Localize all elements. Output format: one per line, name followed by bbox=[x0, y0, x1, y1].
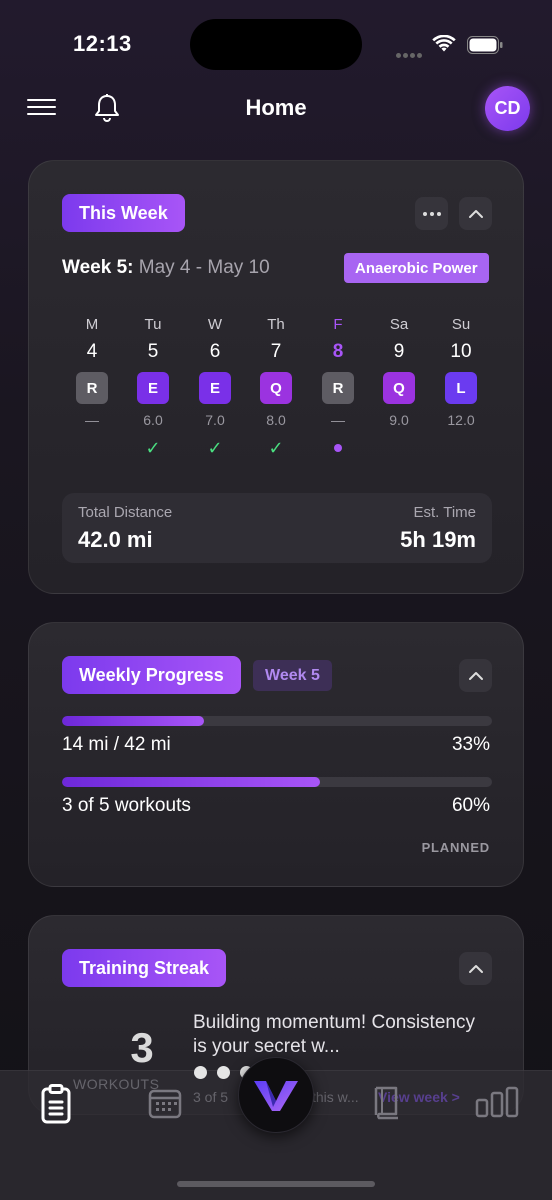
bar-chart-icon[interactable] bbox=[475, 1086, 519, 1118]
day-column[interactable]: W 6 E 7.0 ✓ bbox=[193, 316, 237, 458]
day-column[interactable]: Sa 9 Q 9.0 bbox=[377, 316, 421, 458]
distance-progress-percent: 33% bbox=[451, 734, 490, 755]
home-indicator bbox=[177, 1181, 375, 1187]
day-column[interactable]: Tu 5 E 6.0 ✓ bbox=[131, 316, 175, 458]
total-distance-label: Total Distance bbox=[78, 504, 173, 521]
day-name: Su bbox=[451, 316, 471, 333]
week-label: Week 5: bbox=[62, 257, 134, 278]
chevron-up-icon bbox=[468, 209, 483, 218]
day-distance: — bbox=[85, 412, 99, 428]
collapse-progress-button[interactable] bbox=[459, 659, 492, 692]
clipboard-icon[interactable] bbox=[40, 1084, 72, 1124]
day-status: ✓ bbox=[131, 438, 175, 458]
workout-type-badge: Q bbox=[383, 372, 415, 404]
status-time: 12:13 bbox=[73, 31, 132, 56]
top-navigation: Home CD bbox=[0, 85, 552, 131]
day-date: 6 bbox=[209, 341, 221, 362]
checkmark-icon: ✓ bbox=[207, 438, 223, 458]
workout-type-badge: L bbox=[445, 372, 477, 404]
avatar[interactable]: CD bbox=[485, 86, 530, 131]
cellular-signal-icon bbox=[396, 45, 424, 63]
this-week-card: This Week Week 5: May 4 - May 10 Anaerob… bbox=[28, 160, 524, 594]
calendar-icon[interactable] bbox=[148, 1087, 182, 1119]
workouts-progress-text: 3 of 5 workouts bbox=[62, 795, 191, 816]
day-distance: — bbox=[331, 412, 345, 428]
logo-v-icon bbox=[254, 1081, 298, 1111]
workouts-progress-fill bbox=[62, 777, 320, 787]
more-dots-icon bbox=[422, 211, 441, 216]
planned-label: PLANNED bbox=[421, 840, 490, 855]
day-distance: 6.0 bbox=[143, 412, 163, 428]
center-action-button[interactable] bbox=[238, 1057, 314, 1133]
collapse-streak-button[interactable] bbox=[459, 952, 492, 985]
day-name: Th bbox=[267, 316, 285, 333]
week-summary: Total Distance 42.0 mi Est. Time 5h 19m bbox=[62, 493, 492, 563]
this-week-pill: This Week bbox=[62, 194, 185, 232]
more-options-button[interactable] bbox=[415, 197, 448, 230]
week-heading: Week 5: May 4 - May 10 bbox=[62, 257, 270, 279]
training-streak-pill: Training Streak bbox=[62, 949, 227, 987]
weekly-progress-card: Weekly Progress Week 5 14 mi / 42 mi 33%… bbox=[28, 622, 524, 887]
distance-progress-bar bbox=[62, 716, 492, 726]
day-status bbox=[377, 438, 421, 458]
day-column[interactable]: Th 7 Q 8.0 ✓ bbox=[254, 316, 298, 458]
distance-progress-text: 14 mi / 42 mi bbox=[62, 734, 171, 755]
day-date: 10 bbox=[450, 341, 472, 362]
checkmark-icon: ✓ bbox=[268, 438, 284, 458]
day-date: 5 bbox=[147, 341, 159, 362]
total-distance-value: 42.0 mi bbox=[78, 527, 153, 552]
workouts-progress-percent: 60% bbox=[451, 795, 490, 816]
streak-partial-left: 3 of 5 bbox=[193, 1089, 229, 1105]
chevron-up-icon bbox=[468, 671, 483, 680]
day-name: W bbox=[207, 316, 223, 333]
week-chip: Week 5 bbox=[253, 660, 332, 691]
day-date: 4 bbox=[86, 341, 98, 362]
chevron-up-icon bbox=[468, 964, 483, 973]
distance-progress-fill bbox=[62, 716, 204, 726]
streak-partial-mid: this w... bbox=[312, 1089, 359, 1105]
book-icon[interactable] bbox=[372, 1084, 402, 1120]
page-title: Home bbox=[245, 95, 307, 120]
workout-type-badge: E bbox=[199, 372, 231, 404]
day-column[interactable]: M 4 R — bbox=[70, 316, 114, 458]
day-distance: 7.0 bbox=[205, 412, 225, 428]
battery-icon bbox=[467, 36, 503, 54]
day-status bbox=[439, 438, 483, 458]
day-name: F bbox=[333, 316, 343, 333]
day-date: 9 bbox=[393, 341, 405, 362]
streak-message: Building momentum! Consistency is your s… bbox=[193, 1012, 475, 1057]
day-name: Sa bbox=[389, 316, 409, 333]
workout-type-badge: R bbox=[322, 372, 354, 404]
dynamic-island bbox=[190, 19, 362, 70]
streak-count-label: WORKOUTS bbox=[73, 1076, 160, 1092]
week-date-range: May 4 - May 10 bbox=[138, 257, 270, 278]
phase-badge: Anaerobic Power bbox=[344, 253, 489, 283]
streak-count: 3 bbox=[130, 1024, 154, 1071]
weekly-progress-pill: Weekly Progress bbox=[62, 656, 241, 694]
day-status: ✓ bbox=[254, 438, 298, 458]
est-time-value: 5h 19m bbox=[400, 527, 476, 552]
day-status bbox=[316, 438, 360, 458]
day-distance: 9.0 bbox=[389, 412, 409, 428]
workout-type-badge: E bbox=[137, 372, 169, 404]
day-distance: 12.0 bbox=[447, 412, 475, 428]
day-status: ✓ bbox=[193, 438, 237, 458]
wifi-icon bbox=[432, 35, 456, 52]
day-name: M bbox=[85, 316, 99, 333]
day-date: 8 bbox=[332, 341, 344, 362]
est-time-label: Est. Time bbox=[413, 504, 476, 521]
workouts-progress-bar bbox=[62, 777, 492, 787]
status-bar: 12:13 bbox=[0, 0, 552, 90]
workout-type-badge: Q bbox=[260, 372, 292, 404]
day-date: 7 bbox=[270, 341, 282, 362]
day-status bbox=[70, 438, 114, 458]
collapse-this-week-button[interactable] bbox=[459, 197, 492, 230]
workout-type-badge: R bbox=[76, 372, 108, 404]
today-dot-icon bbox=[334, 444, 342, 452]
checkmark-icon: ✓ bbox=[145, 438, 161, 458]
day-distance: 8.0 bbox=[266, 412, 286, 428]
day-name: Tu bbox=[144, 316, 162, 333]
day-column[interactable]: F 8 R — bbox=[316, 316, 360, 458]
day-column[interactable]: Su 10 L 12.0 bbox=[439, 316, 483, 458]
